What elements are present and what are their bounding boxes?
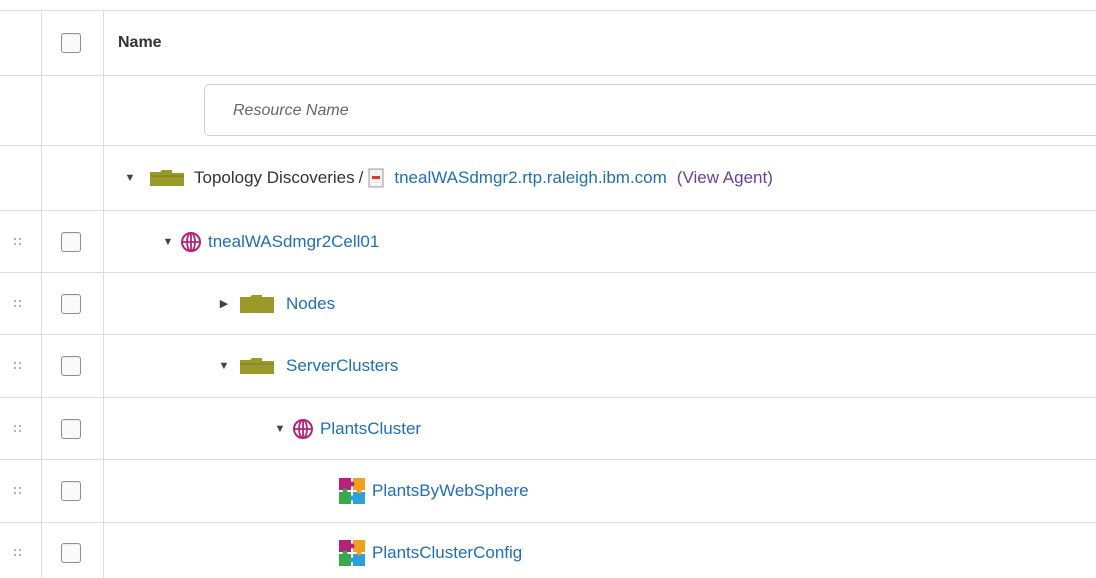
row-check-cell [42, 398, 104, 459]
tree-node-link[interactable]: tnealWASdmgr2Cell01 [208, 232, 379, 252]
breadcrumb-root-label: Topology Discoveries [194, 168, 355, 187]
row-handle-cell [0, 335, 42, 397]
filter-cell [104, 76, 1096, 145]
resource-name-input[interactable] [231, 85, 1096, 137]
view-agent-link[interactable]: (View Agent) [677, 168, 773, 188]
resource-name-filter[interactable] [204, 84, 1096, 137]
filter-check-cell [42, 76, 104, 145]
tree-node: ▼ PlantsCluster [272, 418, 421, 440]
folder-open-icon [150, 170, 184, 186]
tree-node-link[interactable]: PlantsClusterConfig [372, 543, 522, 563]
drag-handle-icon[interactable] [14, 298, 24, 310]
table-row[interactable]: ▼ PlantsCluster [0, 398, 1096, 460]
breadcrumb: ▼ Topology Discoveries / tnealWASdmgr2.r… [104, 146, 1096, 210]
expand-toggle-icon[interactable]: ▼ [216, 360, 232, 372]
drag-handle-icon[interactable] [14, 360, 24, 372]
drag-handle-icon[interactable] [14, 236, 24, 248]
globe-icon [181, 231, 201, 252]
resource-tree-grid: Name ▼ Topology Discoveries / [0, 0, 1096, 578]
tree-node: PlantsByWebSphere [338, 477, 529, 505]
tree-node-link[interactable]: PlantsCluster [320, 419, 421, 439]
header-check-cell [42, 11, 104, 75]
crumb-check-cell [42, 146, 104, 210]
header-handle-cell [0, 11, 42, 75]
drag-handle-icon[interactable] [14, 547, 24, 559]
row-handle-cell [0, 211, 42, 272]
row-name-cell: ▼ tnealWASdmgr2Cell01 [104, 211, 1096, 272]
table-row[interactable]: PlantsByWebSphere [0, 460, 1096, 523]
breadcrumb-separator: / [358, 168, 364, 187]
tree-node: ▼ ServerClusters [216, 356, 399, 376]
row-name-cell: ▼ PlantsCluster [104, 398, 1096, 459]
expand-toggle-icon[interactable]: ▼ [272, 423, 288, 435]
table-row[interactable]: ▶ Nodes [0, 273, 1096, 335]
name-column-header[interactable]: Name [104, 11, 1096, 75]
tree-node-link[interactable]: Nodes [286, 294, 335, 314]
row-check-cell [42, 335, 104, 397]
breadcrumb-row: ▼ Topology Discoveries / tnealWASdmgr2.r… [0, 146, 1096, 211]
tree-node-link[interactable]: ServerClusters [286, 356, 398, 376]
drag-handle-icon[interactable] [14, 485, 24, 497]
tree-node: ▶ Nodes [216, 294, 335, 314]
folder-open-icon [240, 358, 274, 374]
row-check-cell [42, 273, 104, 334]
drag-handle-icon[interactable] [14, 423, 24, 435]
crumb-handle-cell [0, 146, 42, 210]
filter-handle-cell [0, 76, 42, 145]
select-all-checkbox[interactable] [61, 33, 81, 53]
expand-toggle-icon[interactable]: ▶ [216, 297, 232, 310]
breadcrumb-content: ▼ Topology Discoveries / tnealWASdmgr2.r… [122, 168, 773, 188]
table-header-row: Name [0, 10, 1096, 76]
row-check-cell [42, 523, 104, 578]
row-check-cell [42, 460, 104, 522]
expand-toggle-icon[interactable]: ▼ [122, 172, 138, 184]
row-handle-cell [0, 398, 42, 459]
server-agent-icon [368, 168, 384, 188]
table-row[interactable]: ▼ ServerClusters [0, 335, 1096, 398]
expand-toggle-icon[interactable]: ▼ [160, 236, 176, 248]
row-name-cell: PlantsByWebSphere [104, 460, 1096, 522]
row-name-cell: ▼ ServerClusters [104, 335, 1096, 397]
row-handle-cell [0, 460, 42, 522]
application-puzzle-icon [339, 478, 365, 504]
row-handle-cell [0, 523, 42, 578]
globe-icon [293, 418, 313, 439]
row-name-cell: ▶ Nodes [104, 273, 1096, 334]
row-checkbox[interactable] [61, 481, 81, 501]
folder-closed-icon [240, 294, 274, 313]
tree-node: ▼ tnealWASdmgr2Cell01 [160, 231, 379, 253]
tree-node-link[interactable]: PlantsByWebSphere [372, 481, 529, 501]
row-checkbox[interactable] [61, 231, 81, 252]
table-row[interactable]: ▼ tnealWASdmgr2Cell01 [0, 211, 1096, 273]
filter-row [0, 76, 1096, 146]
row-name-cell: PlantsClusterConfig [104, 523, 1096, 578]
agent-link[interactable]: tnealWASdmgr2.rtp.raleigh.ibm.com [394, 168, 666, 188]
row-checkbox[interactable] [61, 293, 81, 314]
application-puzzle-icon [339, 540, 365, 566]
row-checkbox[interactable] [61, 543, 81, 563]
row-check-cell [42, 211, 104, 272]
name-column-label: Name [118, 34, 162, 51]
row-checkbox[interactable] [61, 356, 81, 376]
tree-node: PlantsClusterConfig [338, 539, 522, 567]
row-handle-cell [0, 273, 42, 334]
table-row[interactable]: PlantsClusterConfig [0, 523, 1096, 578]
row-checkbox[interactable] [61, 418, 81, 439]
